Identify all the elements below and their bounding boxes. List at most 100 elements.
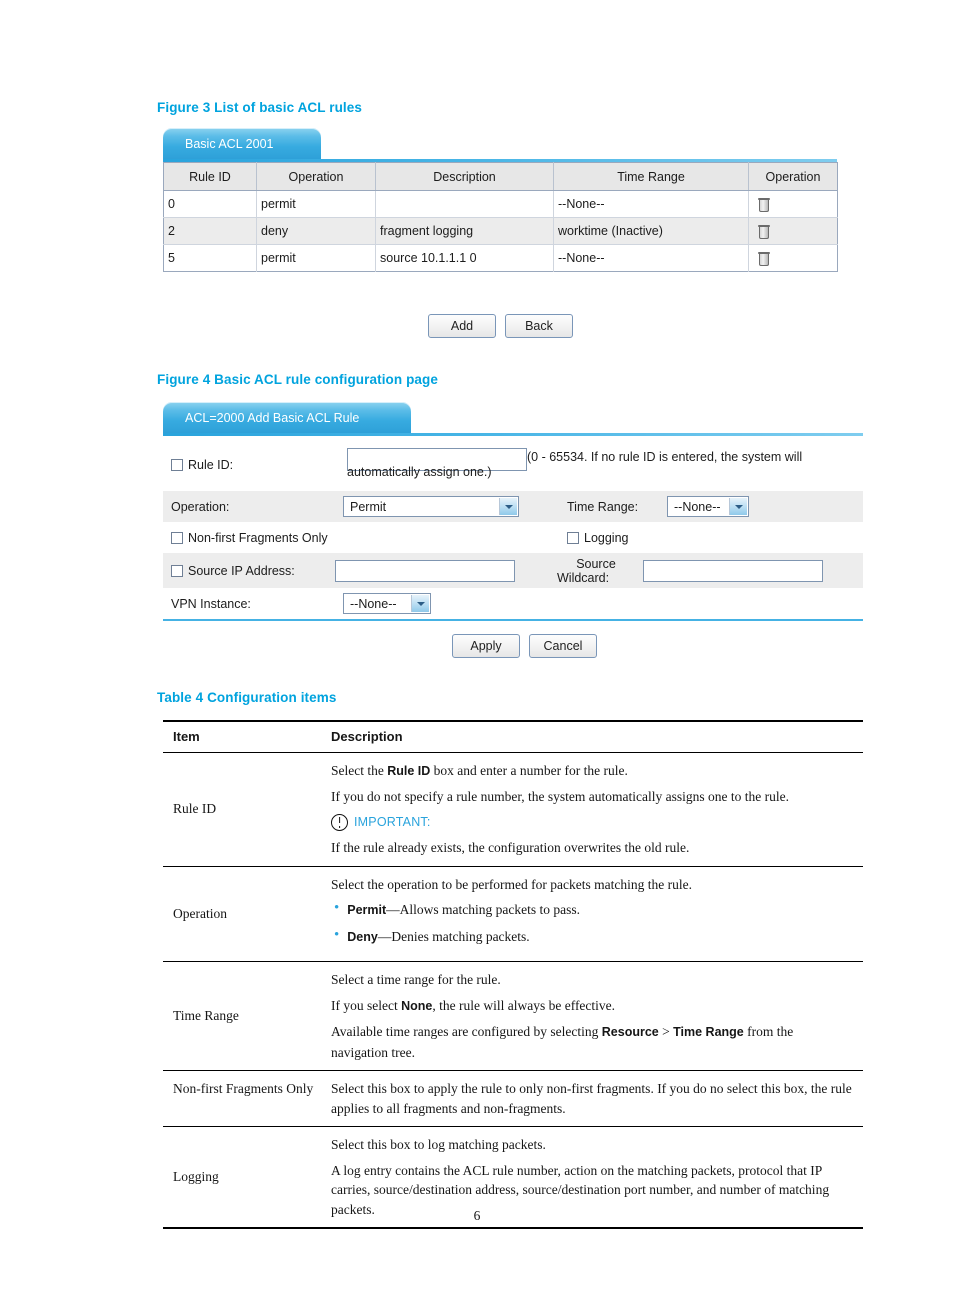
- source-wildcard-label-line2: Wildcard:: [557, 570, 610, 585]
- vpn-instance-label-cell: VPN Instance:: [171, 597, 343, 611]
- cell-rule-id: 5: [163, 244, 257, 272]
- item-non-first-fragments: Non-first Fragments Only: [163, 1070, 331, 1127]
- important-label: IMPORTANT:: [354, 814, 431, 829]
- column-header-item: Item: [163, 720, 331, 753]
- figure-4-screenshot: ACL=2000 Add Basic ACL Rule: [163, 402, 863, 436]
- description-paragraph: Select this box to apply the rule to onl…: [331, 1081, 852, 1116]
- non-first-fragments-label: Non-first Fragments Only: [188, 530, 328, 545]
- cancel-button[interactable]: Cancel: [529, 634, 597, 658]
- apply-button[interactable]: Apply: [452, 634, 520, 658]
- cell-rule-id: 2: [163, 217, 257, 245]
- column-header-operation: Operation: [256, 162, 376, 191]
- source-wildcard-label: Source Wildcard:: [549, 557, 643, 585]
- operation-select[interactable]: Permit: [343, 496, 519, 517]
- figure-4-tabstrip: ACL=2000 Add Basic ACL Rule: [163, 402, 863, 436]
- figure-3-caption: Figure 3 List of basic ACL rules: [157, 100, 362, 115]
- cell-time-range: --None--: [553, 244, 749, 272]
- description-rule-id: Select the Rule ID box and enter a numbe…: [331, 752, 863, 867]
- chevron-down-icon: [729, 498, 747, 515]
- source-ip-label: Source IP Address:: [188, 563, 295, 578]
- form-row-rule-id: Rule ID: (0 - 65534. If no rule ID is en…: [163, 441, 863, 491]
- table-row-time-range: Time Range Select a time range for the r…: [163, 961, 863, 1071]
- rule-id-label: Rule ID:: [188, 458, 234, 472]
- operation-label-cell: Operation:: [171, 500, 343, 514]
- cell-operation: permit: [256, 244, 376, 272]
- bullet-text: Permit—Allows matching packets to pass.: [347, 902, 581, 917]
- operation-label: Operation:: [171, 499, 230, 514]
- bullet-item: • Deny—Denies matching packets.: [331, 927, 853, 948]
- logging-cell: Logging: [567, 531, 629, 545]
- form-row-operation: Operation: Permit Time Range: --None--: [163, 491, 863, 522]
- description-time-range: Select a time range for the rule. If you …: [331, 961, 863, 1071]
- logging-checkbox[interactable]: [567, 531, 579, 544]
- time-range-label: Time Range:: [567, 499, 639, 514]
- logging-label: Logging: [584, 530, 629, 545]
- column-header-description: Description: [331, 720, 863, 753]
- table-row: 0 permit --None--: [163, 190, 838, 218]
- source-wildcard-input[interactable]: [643, 559, 823, 582]
- trash-icon[interactable]: [758, 252, 770, 267]
- bullet-icon: •: [334, 926, 340, 943]
- table-row: 5 permit source 10.1.1.1 0 --None--: [163, 244, 838, 272]
- figure-3-screenshot: Basic ACL 2001 Rule ID Operation Descrip…: [163, 128, 838, 272]
- figure-4-caption: Figure 4 Basic ACL rule configuration pa…: [157, 372, 438, 387]
- description-paragraph: Select the operation to be performed for…: [331, 876, 692, 892]
- figure-3-button-row: Add Back: [428, 314, 573, 338]
- bullet-icon: •: [334, 900, 340, 916]
- chevron-down-icon: [411, 595, 429, 612]
- trash-icon[interactable]: [758, 225, 770, 240]
- bullet-item: • Permit—Allows matching packets to pass.: [331, 900, 853, 921]
- description-paragraph: If you select None, the rule will always…: [331, 997, 616, 1013]
- trash-icon[interactable]: [758, 198, 770, 213]
- table-header-row: Item Description: [163, 720, 863, 753]
- cell-description: [375, 190, 554, 218]
- cell-description: fragment logging: [375, 217, 554, 245]
- column-header-description: Description: [375, 162, 554, 191]
- table-header-row: Rule ID Operation Description Time Range…: [163, 162, 838, 191]
- tab-label: ACL=2000 Add Basic ACL Rule: [185, 410, 360, 425]
- time-range-select[interactable]: --None--: [667, 496, 749, 517]
- tab-basic-acl-2001[interactable]: Basic ACL 2001: [163, 128, 321, 159]
- exclamation-circle-icon: [331, 813, 348, 831]
- back-button[interactable]: Back: [505, 314, 573, 338]
- form-row-vpn-instance: VPN Instance: --None--: [163, 588, 863, 619]
- tab-underline: [163, 433, 863, 436]
- add-button[interactable]: Add: [428, 314, 496, 338]
- vpn-instance-select[interactable]: --None--: [343, 593, 431, 614]
- cell-action: [749, 245, 838, 272]
- time-range-value: --None--: [674, 499, 721, 514]
- description-paragraph: Select a time range for the rule.: [331, 972, 501, 987]
- tab-label: Basic ACL 2001: [185, 136, 274, 151]
- tab-add-basic-acl-rule[interactable]: ACL=2000 Add Basic ACL Rule: [163, 402, 411, 433]
- rule-id-checkbox[interactable]: [171, 459, 183, 471]
- item-rule-id: Rule ID: [163, 752, 331, 867]
- cell-operation: deny: [256, 217, 376, 245]
- source-ip-input[interactable]: [335, 559, 515, 582]
- table-row-rule-id: Rule ID Select the Rule ID box and enter…: [163, 752, 863, 867]
- description-non-first-fragments: Select this box to apply the rule to onl…: [331, 1070, 863, 1127]
- cell-time-range: worktime (Inactive): [553, 217, 749, 245]
- important-note: IMPORTANT:: [331, 813, 853, 833]
- figure-3-tabstrip: Basic ACL 2001: [163, 128, 837, 162]
- source-ip-checkbox[interactable]: [171, 564, 183, 577]
- acl-rules-table: Rule ID Operation Description Time Range…: [163, 162, 838, 272]
- column-header-rule-id: Rule ID: [163, 162, 257, 191]
- form-divider: [163, 619, 863, 621]
- item-time-range: Time Range: [163, 961, 331, 1071]
- non-first-fragments-checkbox[interactable]: [171, 531, 183, 544]
- page-number: 6: [473, 1208, 481, 1223]
- cell-action: [748, 190, 838, 218]
- description-paragraph: Available time ranges are configured by …: [331, 1024, 794, 1060]
- column-header-action: Operation: [748, 162, 838, 191]
- item-operation: Operation: [163, 866, 331, 962]
- cell-operation: permit: [256, 190, 376, 218]
- table-row: 2 deny fragment logging worktime (Inacti…: [163, 217, 838, 245]
- vpn-instance-label: VPN Instance:: [171, 596, 251, 611]
- vpn-instance-value: --None--: [350, 596, 397, 611]
- description-paragraph: Select this box to log matching packets.: [331, 1137, 546, 1152]
- acl-rule-config-form: Rule ID: (0 - 65534. If no rule ID is en…: [163, 441, 863, 621]
- cell-rule-id: 0: [163, 190, 257, 218]
- rule-id-label-cell: Rule ID:: [171, 446, 343, 472]
- table-4-caption: Table 4 Configuration items: [157, 690, 337, 705]
- operation-value: Permit: [350, 499, 387, 514]
